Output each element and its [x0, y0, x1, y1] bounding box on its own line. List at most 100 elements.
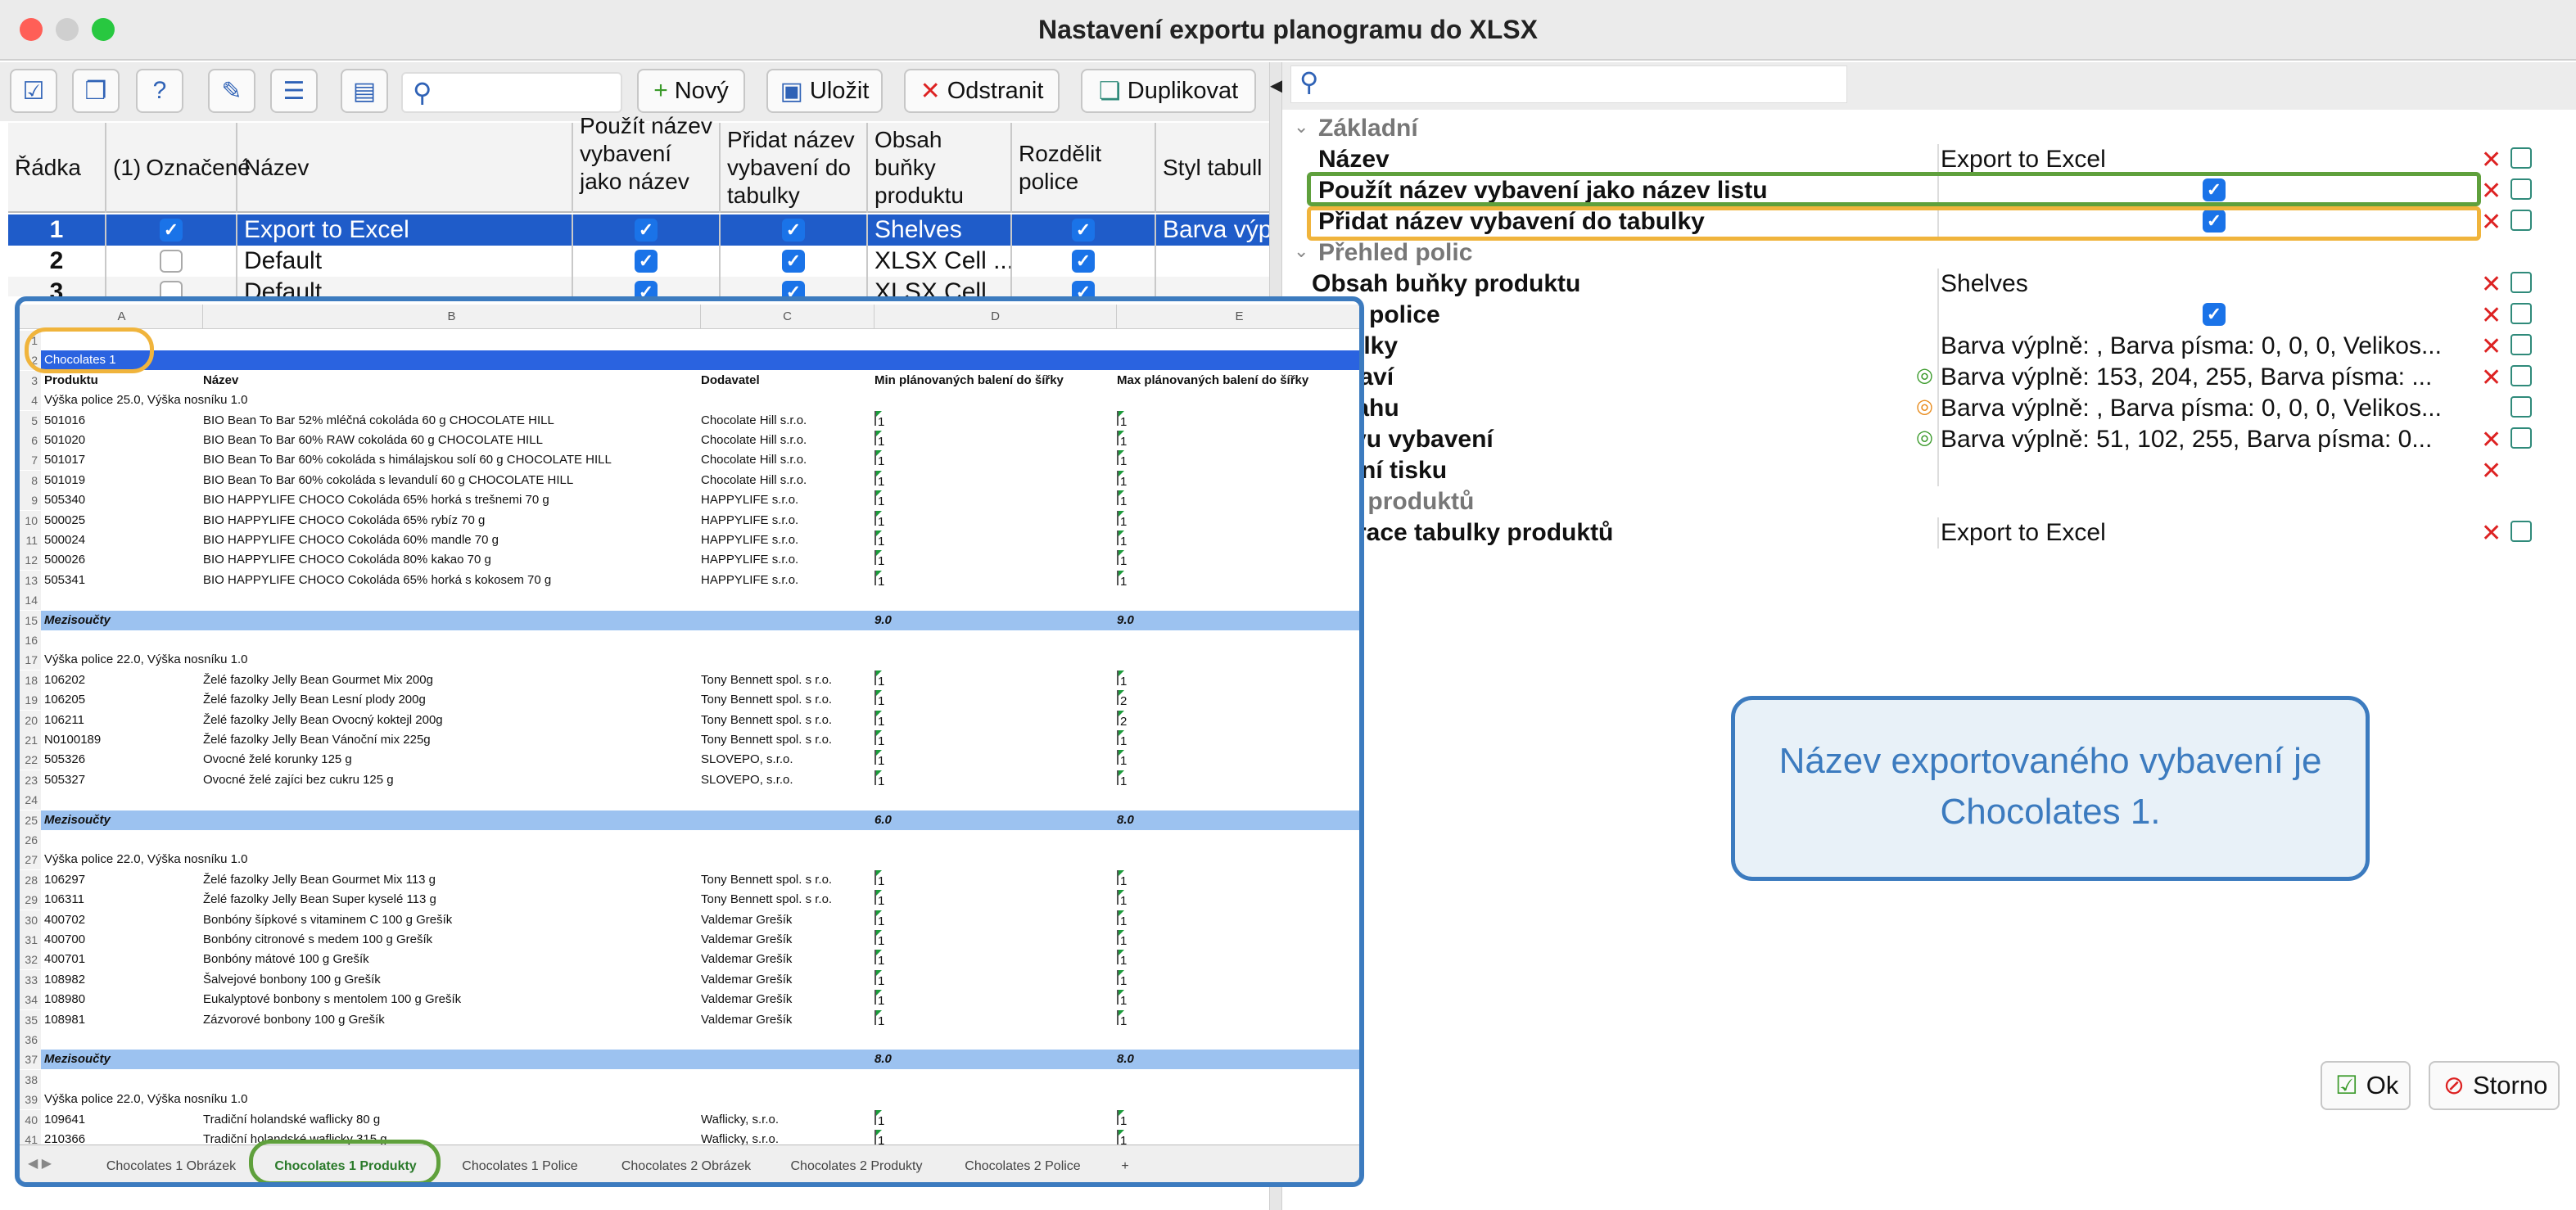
- check-icon: ✓: [635, 250, 658, 273]
- prop-split[interactable]: dělit police ✓ ✕: [1282, 300, 2576, 331]
- check-all-button[interactable]: ☑: [10, 69, 57, 113]
- clear-icon[interactable]: ✕: [2481, 332, 2501, 361]
- excel-row: 33 108982 Šalvejové bonbony 100 g Grešík Va…: [20, 969, 1359, 990]
- excel-cell: 501020: [44, 433, 86, 447]
- table-row[interactable]: 2 Default ✓ ✓ XLSX Cell ... ✓: [8, 246, 1269, 277]
- add-name-checkbox[interactable]: ✓: [721, 246, 868, 277]
- prop-config[interactable]: figurace tabulky produktů Export to Excel…: [1282, 517, 2576, 549]
- new-button[interactable]: + Nový: [637, 69, 745, 113]
- number-flag-icon: [1117, 431, 1127, 445]
- edit-button[interactable]: ✎: [208, 69, 255, 113]
- prop-cell-content[interactable]: Obsah buňky produktu Shelves ✕: [1282, 269, 2576, 300]
- grid-search-input[interactable]: ⚲: [401, 72, 622, 113]
- clear-icon[interactable]: ✕: [2481, 519, 2501, 548]
- save-button[interactable]: ▣ Uložit: [766, 69, 883, 113]
- delete-button[interactable]: ✕ Odstranit: [904, 69, 1060, 113]
- sheet-tab[interactable]: Chocolates 2 Police: [945, 1152, 1100, 1181]
- check-icon: ✓: [782, 281, 805, 296]
- section-product-table[interactable]: ulka produktů: [1282, 486, 2576, 517]
- sheet-tab[interactable]: Chocolates 2 Produkty: [775, 1152, 938, 1181]
- sheet-tab[interactable]: Chocolates 1 Police: [442, 1152, 598, 1181]
- prop-equip-name-style[interactable]: názvu vybavení ◎ Barva výplně: 51, 102, 25…: [1282, 424, 2576, 455]
- excel-cell: 1: [1117, 410, 1359, 431]
- col-header-marked[interactable]: (1) Označené: [106, 123, 251, 213]
- split-checkbox[interactable]: ✓: [1012, 246, 1156, 277]
- prop-name[interactable]: Název Export to Excel ✕: [1282, 144, 2576, 175]
- ok-button[interactable]: ☑ Ok: [2321, 1061, 2411, 1110]
- clear-icon[interactable]: ✕: [2481, 457, 2501, 485]
- col-header-use-name[interactable]: Použít název vybavení jako název ...: [573, 113, 721, 222]
- excel-cell: Ovocné želé zajíci bez cukru 125 g: [203, 772, 394, 787]
- marked-checkbox[interactable]: [106, 246, 237, 277]
- cancel-button[interactable]: ⊘ Storno: [2429, 1061, 2560, 1110]
- copy-icon[interactable]: [2510, 178, 2532, 200]
- prop-content-style[interactable]: obsahu◎Barva výplně: , Barva písma: 0, 0…: [1282, 393, 2576, 424]
- prop-print[interactable]: tavení tisku ✕: [1282, 455, 2576, 486]
- split-checkbox[interactable]: ✓: [1012, 277, 1156, 296]
- clipboard-button[interactable]: ▤: [341, 69, 388, 113]
- prop-header-style[interactable]: záhlaví◎Barva výplně: 153, 204, 255, Bar…: [1282, 362, 2576, 393]
- use-name-checkbox[interactable]: ✓: [573, 246, 721, 277]
- number-flag-icon: [1117, 490, 1127, 506]
- excel-cell: Chocolate Hill s.r.o.: [701, 433, 807, 447]
- col-header-add-name[interactable]: Přidat název vybavení do tabulky: [721, 123, 868, 213]
- add-sheet-button[interactable]: +: [1109, 1152, 1141, 1181]
- duplicate-button[interactable]: ❏ Duplikovat: [1081, 69, 1256, 113]
- clear-icon[interactable]: ✕: [2481, 363, 2501, 392]
- excel-cell: 500025: [44, 512, 86, 527]
- excel-cell: Výška police 22.0, Výška nosníku 1.0: [44, 652, 248, 667]
- clear-icon[interactable]: ✕: [2481, 208, 2501, 237]
- table-row[interactable]: 3 Default ✓ ✓ XLSX Cell ... ✓: [8, 277, 1269, 296]
- check-all-icon: ☑: [22, 77, 45, 105]
- section-shelves[interactable]: ⌄ Přehled polic: [1282, 237, 2576, 269]
- list-button[interactable]: ☰: [270, 69, 318, 113]
- marked-checkbox[interactable]: ✓: [106, 214, 237, 246]
- scroll-tabs-icon[interactable]: ◀ ▶: [28, 1155, 52, 1172]
- col-header-split[interactable]: Rozdělit police: [1012, 123, 1156, 213]
- number-flag-icon: [1117, 550, 1127, 566]
- use-name-checkbox[interactable]: ✓: [573, 214, 721, 246]
- select-button[interactable]: ❐: [72, 69, 120, 113]
- clear-icon[interactable]: ✕: [2481, 426, 2501, 454]
- split-prop-checkbox[interactable]: ✓: [2203, 303, 2226, 326]
- prop-table-style[interactable]: tabulkyBarva výplně: , Barva písma: 0, 0…: [1282, 331, 2576, 362]
- use-name-checkbox[interactable]: ✓: [573, 277, 721, 296]
- status-ok-icon: ◎: [1916, 364, 1933, 386]
- copy-icon[interactable]: [2510, 521, 2532, 542]
- clear-icon[interactable]: ✕: [2481, 177, 2501, 205]
- copy-icon[interactable]: [2510, 396, 2532, 418]
- excel-cell: 1: [874, 550, 1115, 570]
- split-checkbox[interactable]: ✓: [1012, 214, 1156, 246]
- copy-icon[interactable]: [2510, 210, 2532, 231]
- excel-row: 1: [20, 331, 1359, 350]
- copy-icon[interactable]: [2510, 303, 2532, 324]
- table-row[interactable]: 1 ✓ Export to Excel ✓ ✓ Shelves ✓ Barva …: [8, 214, 1269, 246]
- section-basic[interactable]: ⌄ Základní: [1282, 113, 2576, 144]
- excel-cell: 1: [874, 969, 1115, 990]
- excel-row: 14: [20, 590, 1359, 611]
- clear-icon[interactable]: ✕: [2481, 146, 2501, 174]
- sheet-tab[interactable]: Chocolates 2 Obrázek: [604, 1152, 768, 1181]
- property-search-input[interactable]: ⚲: [1290, 65, 1847, 103]
- col-header-name[interactable]: Název: [237, 123, 573, 213]
- col-header-cell-content[interactable]: Obsah buňky produktu: [868, 123, 1012, 213]
- copy-icon[interactable]: [2510, 427, 2532, 449]
- marked-checkbox[interactable]: [106, 277, 237, 296]
- excel-cell: 1: [874, 690, 1115, 710]
- number-flag-icon: [1117, 969, 1127, 985]
- excel-row: 23 505327 Ovocné želé zajíci bez cukru 125…: [20, 770, 1359, 790]
- sheet-tab[interactable]: Chocolates 1 Obrázek: [93, 1152, 249, 1181]
- help-button[interactable]: ?: [136, 69, 183, 113]
- col-header-style[interactable]: Styl tabull: [1156, 123, 1269, 213]
- clear-icon[interactable]: ✕: [2481, 301, 2501, 330]
- copy-icon[interactable]: [2510, 147, 2532, 169]
- copy-icon[interactable]: [2510, 334, 2532, 355]
- add-name-checkbox[interactable]: ✓: [721, 277, 868, 296]
- number-flag-icon: [1117, 730, 1127, 745]
- col-header-row[interactable]: Řádka: [8, 123, 106, 213]
- clear-icon[interactable]: ✕: [2481, 270, 2501, 299]
- copy-icon[interactable]: [2510, 365, 2532, 386]
- copy-icon[interactable]: [2510, 272, 2532, 293]
- add-name-checkbox[interactable]: ✓: [721, 214, 868, 246]
- number-flag-icon: [874, 950, 884, 965]
